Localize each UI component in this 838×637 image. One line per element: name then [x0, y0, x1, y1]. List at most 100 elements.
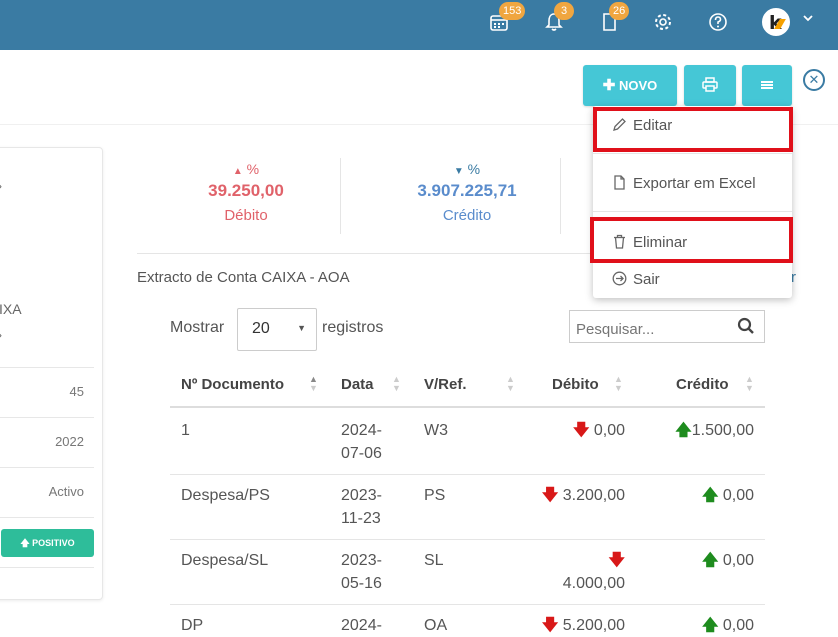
- exit-icon: [612, 271, 627, 286]
- page-size-value: 20: [252, 320, 270, 337]
- novo-button[interactable]: ✚ NOVO: [583, 65, 677, 106]
- divider: [340, 158, 341, 234]
- search-icon[interactable]: [737, 317, 755, 335]
- novo-label: NOVO: [618, 78, 658, 93]
- divider: [560, 158, 561, 234]
- records-label: registros: [322, 319, 384, 336]
- info-value: Activo: [48, 484, 84, 499]
- calendar-badge: 153: [499, 2, 526, 20]
- cell-document: 1: [181, 422, 190, 439]
- cell-date: 2024-: [341, 617, 382, 634]
- extract-title: Extracto de Conta CAIXA - AOA: [137, 269, 350, 286]
- avatar[interactable]: k: [762, 8, 790, 36]
- cell-date: 11-23: [341, 510, 381, 527]
- sort-icon[interactable]: ▲ ▼: [392, 375, 401, 393]
- cell-credit: 1.500,00: [691, 422, 754, 439]
- sort-icon[interactable]: ▲ ▼: [745, 375, 754, 393]
- highlight-box-edit: [593, 107, 793, 152]
- close-icon[interactable]: ✕: [803, 69, 825, 91]
- info-row: [0, 567, 94, 617]
- cell-debit: 5.200,00: [562, 617, 625, 634]
- info-row: 45: [0, 367, 94, 417]
- sort-icon[interactable]: ▲ ▼: [309, 375, 318, 393]
- cell-credit: 0,00: [722, 617, 754, 634]
- cell-ref: OA: [424, 617, 448, 634]
- credit-pct: %: [467, 161, 481, 177]
- info-value: 45: [69, 384, 84, 399]
- column-header-credit[interactable]: Crédito: [676, 376, 729, 393]
- plus-icon: ✚: [602, 77, 616, 94]
- notifications-badge: 3: [554, 2, 574, 20]
- debit-amount: 39.250,00: [208, 181, 284, 200]
- show-label: Mostrar: [170, 319, 225, 336]
- cell-ref: SL: [424, 552, 444, 569]
- sort-icon[interactable]: ▲ ▼: [506, 375, 515, 393]
- debit-stat: ▲ % 39.250,00 Débito: [180, 161, 312, 224]
- cell-ref: W3: [424, 422, 448, 439]
- file-icon: [614, 175, 625, 190]
- gear-icon[interactable]: [650, 9, 676, 35]
- credit-label: Crédito: [442, 207, 492, 224]
- arrow-up-icon: 🡅: [675, 422, 692, 439]
- menu-item-export-excel[interactable]: Exportar em Excel: [612, 175, 756, 192]
- bell-icon[interactable]: 3: [541, 2, 574, 35]
- row-divider: [170, 604, 765, 605]
- calendar-icon[interactable]: 153: [486, 2, 526, 35]
- cell-debit: 0,00: [593, 422, 625, 439]
- column-header-date[interactable]: Data: [341, 376, 374, 393]
- arrow-down-icon: 🡇: [541, 617, 559, 634]
- arrow-up-icon: 🡅: [20, 538, 30, 548]
- menu-divider: [593, 211, 792, 212]
- cell-debit: 3.200,00: [562, 487, 625, 504]
- highlight-box-delete: [590, 217, 793, 263]
- cell-debit: 4.000,00: [562, 575, 625, 592]
- caret-down-icon: ▼: [297, 323, 306, 333]
- debit-pct: %: [246, 161, 260, 177]
- arrow-down-icon: 🡇: [541, 487, 559, 504]
- arrow-down-icon: 🡇: [608, 552, 625, 569]
- header-divider: [170, 406, 765, 408]
- column-header-document[interactable]: Nº Documento: [181, 376, 284, 393]
- cell-date: 2024-: [341, 422, 382, 439]
- account-name-fragment: IXA: [0, 301, 22, 317]
- credit-stat: ▼ % 3.907.225,71 Crédito: [398, 161, 536, 224]
- printer-icon: [702, 77, 718, 92]
- print-button[interactable]: [684, 65, 736, 106]
- chevron-down-icon[interactable]: [803, 12, 813, 26]
- cell-document: DP: [181, 617, 204, 634]
- cell-credit: 0,00: [722, 487, 754, 504]
- menu-item-exit[interactable]: Sair: [612, 271, 660, 288]
- row-divider: [170, 539, 765, 540]
- account-info-card: › IXA › 45 2022 Activo 🡅 POSITIVO: [0, 147, 103, 600]
- edge-mark: ›: [0, 328, 2, 342]
- cell-date: 2023-: [341, 487, 382, 504]
- document-icon[interactable]: 26: [596, 2, 630, 35]
- search-input[interactable]: [569, 310, 765, 343]
- info-row: Activo: [0, 467, 94, 517]
- info-row: 2022: [0, 417, 94, 467]
- debit-label: Débito: [224, 207, 268, 224]
- row-divider: [170, 474, 765, 475]
- arrow-down-icon: 🡇: [572, 422, 590, 439]
- cell-date: 05-16: [341, 575, 382, 592]
- cell-credit: 0,00: [722, 552, 754, 569]
- page-size-select[interactable]: 20 ▼: [237, 308, 317, 351]
- documents-badge: 26: [609, 2, 630, 20]
- help-icon[interactable]: [705, 9, 731, 35]
- column-header-debit[interactable]: Débito: [552, 376, 599, 393]
- cell-document: Despesa/PS: [181, 487, 270, 504]
- sort-icon[interactable]: ▲ ▼: [614, 375, 623, 393]
- cell-date: 07-06: [341, 445, 382, 462]
- cell-document: Despesa/SL: [181, 552, 269, 569]
- menu-item-label: Sair: [633, 271, 660, 288]
- menu-item-label: Exportar em Excel: [633, 175, 756, 192]
- arrow-up-icon: 🡅: [701, 552, 719, 569]
- credit-amount: 3.907.225,71: [417, 181, 517, 200]
- edge-mark: ›: [0, 179, 2, 193]
- menu-button[interactable]: [742, 65, 792, 106]
- caret-down-icon: ▼: [453, 166, 464, 177]
- info-value: 2022: [55, 434, 84, 449]
- caret-up-icon: ▲: [232, 166, 243, 177]
- top-navbar: 153 3 26 k: [0, 0, 838, 50]
- column-header-ref[interactable]: V/Ref.: [424, 376, 467, 393]
